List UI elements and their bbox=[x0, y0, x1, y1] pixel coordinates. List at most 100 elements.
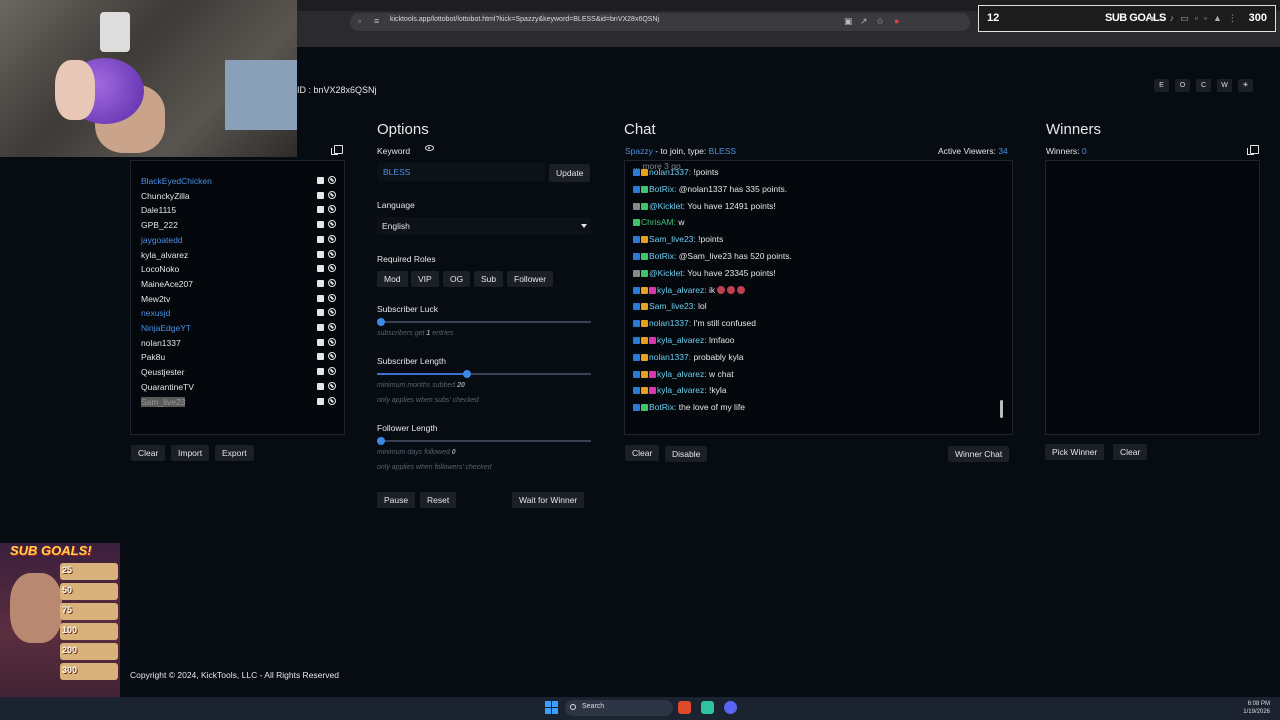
extension-icon[interactable]: ▣ bbox=[844, 16, 853, 27]
ban-icon[interactable] bbox=[328, 293, 336, 302]
chat-username[interactable]: @Kicklet bbox=[649, 268, 683, 278]
participant-row[interactable]: LocoNoko bbox=[141, 263, 336, 277]
ban-icon[interactable] bbox=[328, 381, 336, 390]
taskbar-clock[interactable]: 6:08 PM 1/19/2026 bbox=[1238, 700, 1270, 716]
role-mod-button[interactable]: Mod bbox=[377, 271, 408, 287]
brave-browser-icon[interactable] bbox=[678, 701, 691, 714]
participant-row[interactable]: jaygoatedd bbox=[141, 234, 336, 248]
chat-username[interactable]: BotRix bbox=[649, 251, 674, 261]
winner-chat-button[interactable]: Winner Chat bbox=[948, 446, 1010, 462]
role-og-button[interactable]: OG bbox=[443, 271, 471, 287]
participant-name[interactable]: ChunckyZilla bbox=[141, 191, 190, 201]
checkbox-icon[interactable] bbox=[317, 177, 324, 184]
update-keyword-button[interactable]: Update bbox=[549, 164, 591, 182]
participant-name[interactable]: LocoNoko bbox=[141, 264, 179, 274]
participant-row[interactable]: BlackEyedChicken bbox=[141, 175, 336, 189]
participant-row[interactable]: ChunckyZilla bbox=[141, 190, 336, 204]
checkbox-icon[interactable] bbox=[317, 353, 324, 361]
top-button-c[interactable]: C bbox=[1196, 79, 1211, 92]
ban-icon[interactable] bbox=[328, 396, 336, 405]
role-vip-button[interactable]: VIP bbox=[411, 271, 439, 287]
windows-start-icon[interactable] bbox=[545, 701, 558, 714]
wait-for-winner-button[interactable]: Wait for Winner bbox=[512, 492, 585, 508]
participant-row[interactable]: QuarantineTV bbox=[141, 381, 336, 395]
chat-username[interactable]: BotRix bbox=[649, 184, 674, 194]
participant-name[interactable]: nexusjd bbox=[141, 308, 170, 318]
ban-icon[interactable] bbox=[328, 220, 336, 229]
participant-row[interactable]: kyla_alvarez bbox=[141, 249, 336, 263]
follower-length-slider[interactable] bbox=[377, 437, 591, 445]
participant-name[interactable]: Mew2tv bbox=[141, 294, 170, 304]
checkbox-icon[interactable] bbox=[317, 309, 324, 317]
pick-winner-button[interactable]: Pick Winner bbox=[1045, 444, 1105, 460]
checkbox-icon[interactable] bbox=[317, 324, 324, 331]
checkbox-icon[interactable] bbox=[317, 221, 324, 229]
site-settings-icon[interactable]: ≡ bbox=[374, 16, 379, 26]
chat-username[interactable]: ChrisAM bbox=[641, 217, 674, 227]
chat-channel-name[interactable]: Spazzy bbox=[625, 146, 653, 156]
ban-icon[interactable] bbox=[328, 205, 336, 214]
ban-icon[interactable] bbox=[328, 249, 336, 258]
checkbox-icon[interactable] bbox=[317, 397, 324, 405]
role-sub-button[interactable]: Sub bbox=[474, 271, 504, 287]
eye-icon[interactable] bbox=[425, 145, 434, 151]
checkbox-icon[interactable] bbox=[317, 279, 324, 287]
participant-name[interactable]: nolan1337 bbox=[141, 338, 181, 348]
participant-row[interactable]: MaineAce207 bbox=[141, 278, 336, 292]
top-button-o[interactable]: O bbox=[1175, 79, 1190, 92]
top-button-w[interactable]: W bbox=[1217, 79, 1232, 92]
subscriber-length-slider[interactable] bbox=[377, 370, 591, 378]
reset-button[interactable]: Reset bbox=[420, 492, 457, 508]
chat-scrollbar[interactable] bbox=[1000, 400, 1003, 418]
participant-name[interactable]: MaineAce207 bbox=[141, 279, 193, 289]
chat-disable-button[interactable]: Disable bbox=[665, 446, 708, 462]
slider-handle[interactable] bbox=[462, 370, 471, 378]
star-icon[interactable]: ☆ bbox=[876, 16, 884, 27]
theme-toggle-icon[interactable]: ☀ bbox=[1238, 79, 1253, 92]
checkbox-icon[interactable] bbox=[317, 250, 324, 258]
participant-name[interactable]: kyla_alvarez bbox=[141, 250, 188, 260]
chat-username[interactable]: kyla_alvarez bbox=[657, 285, 704, 295]
checkbox-icon[interactable] bbox=[317, 265, 324, 273]
ban-icon[interactable] bbox=[328, 190, 336, 199]
checkbox-icon[interactable] bbox=[317, 368, 324, 376]
subscriber-luck-slider[interactable] bbox=[377, 318, 591, 326]
browser-menu-icons[interactable]: ●▫♪▭▫▫▲⋮ bbox=[1149, 13, 1243, 24]
chat-username[interactable]: kyla_alvarez bbox=[657, 369, 704, 379]
participant-name[interactable]: Dale1115 bbox=[141, 205, 176, 215]
participants-export-button[interactable]: Export bbox=[215, 445, 254, 461]
participant-name[interactable]: NinjaEdgeYT bbox=[141, 323, 191, 333]
participant-row[interactable]: nexusjd bbox=[141, 307, 336, 321]
participant-row[interactable]: nolan1337 bbox=[141, 337, 336, 351]
chat-messages[interactable]: ... more 3 go nolan1337: !points BotRix: … bbox=[624, 160, 1013, 435]
chat-username[interactable]: Sam_live23 bbox=[649, 234, 693, 244]
copy-winners-icon[interactable] bbox=[1247, 145, 1259, 155]
participant-row[interactable]: Pak8u bbox=[141, 351, 336, 365]
url-text[interactable]: kicktools.app/lottobot/lottobot.html?kic… bbox=[390, 16, 659, 23]
ban-icon[interactable] bbox=[328, 337, 336, 346]
taskbar-search[interactable]: Search bbox=[565, 700, 673, 716]
chat-clear-button[interactable]: Clear bbox=[625, 445, 660, 461]
language-select-value[interactable]: English bbox=[382, 221, 410, 231]
keyword-input[interactable]: BLESS bbox=[377, 163, 545, 181]
participant-row[interactable]: Sam_live23 bbox=[141, 396, 336, 410]
participant-name[interactable]: GPB_222 bbox=[141, 220, 178, 230]
checkbox-icon[interactable] bbox=[317, 294, 324, 302]
chat-username[interactable]: nolan1337 bbox=[649, 318, 689, 328]
taskbar-app-icon[interactable] bbox=[701, 701, 714, 714]
ban-icon[interactable] bbox=[328, 367, 336, 376]
ban-icon[interactable] bbox=[328, 352, 336, 361]
ban-icon[interactable] bbox=[328, 323, 336, 331]
share-icon[interactable]: ↗ bbox=[860, 16, 868, 27]
participant-name[interactable]: Qeustjester bbox=[141, 367, 184, 377]
chat-username[interactable]: kyla_alvarez bbox=[657, 335, 704, 345]
participant-row[interactable]: NinjaEdgeYT bbox=[141, 322, 336, 336]
participants-import-button[interactable]: Import bbox=[171, 445, 210, 461]
participant-name[interactable]: Pak8u bbox=[141, 352, 165, 362]
ban-icon[interactable] bbox=[328, 264, 336, 273]
ban-icon[interactable] bbox=[328, 278, 336, 287]
participant-name[interactable]: Sam_live23 bbox=[141, 396, 186, 407]
participant-name[interactable]: jaygoatedd bbox=[141, 235, 183, 245]
participant-name[interactable]: QuarantineTV bbox=[141, 382, 194, 392]
participant-row[interactable]: Mew2tv bbox=[141, 293, 336, 307]
